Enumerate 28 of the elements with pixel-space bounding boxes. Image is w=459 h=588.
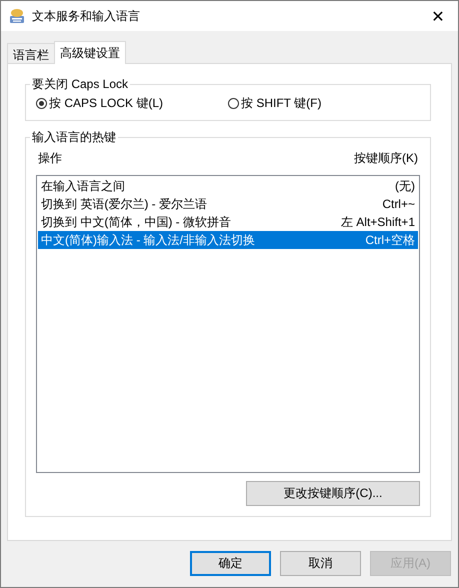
key-sequence: Ctrl+~ bbox=[382, 197, 415, 211]
action-text: 切换到 中文(简体，中国) - 微软拼音 bbox=[41, 214, 231, 230]
action-text: 在输入语言之间 bbox=[41, 178, 125, 194]
radio-label[interactable]: 按 CAPS LOCK 键(L) bbox=[49, 95, 164, 112]
change-key-sequence-button[interactable]: 更改按键顺序(C)... bbox=[246, 481, 420, 506]
key-sequence: 左 Alt+Shift+1 bbox=[340, 214, 415, 230]
group-title: 要关闭 Caps Lock bbox=[31, 76, 130, 93]
dialog-button[interactable]: 确定 bbox=[190, 551, 271, 576]
list-item[interactable]: 切换到 中文(简体，中国) - 微软拼音 左 Alt+Shift+1 bbox=[38, 213, 418, 231]
radio-button[interactable] bbox=[36, 98, 47, 109]
column-header: 按键顺序(K) bbox=[354, 150, 418, 167]
tab[interactable]: 语言栏 bbox=[7, 43, 55, 63]
key-sequence: Ctrl+空格 bbox=[365, 232, 415, 248]
key-sequence: (无) bbox=[395, 178, 415, 194]
close-button[interactable]: ✕ bbox=[418, 1, 458, 31]
list-item[interactable]: 中文(简体)输入法 - 输入法/非输入法切换 Ctrl+空格 bbox=[38, 231, 418, 249]
column-header: 操作 bbox=[38, 150, 62, 167]
list-item[interactable]: 在输入语言之间 (无) bbox=[38, 177, 418, 195]
radio-button[interactable] bbox=[228, 98, 239, 109]
radio-label[interactable]: 按 SHIFT 键(F) bbox=[241, 95, 322, 112]
keyboard-icon bbox=[8, 7, 26, 25]
dialog-button[interactable]: 取消 bbox=[280, 551, 361, 576]
action-text: 中文(简体)输入法 - 输入法/非输入法切换 bbox=[41, 232, 255, 248]
group-title: 输入语言的热键 bbox=[31, 129, 117, 146]
action-text: 切换到 英语(爱尔兰) - 爱尔兰语 bbox=[41, 196, 207, 212]
tab[interactable]: 高级键设置 bbox=[54, 41, 126, 64]
list-item[interactable]: 切换到 英语(爱尔兰) - 爱尔兰语 Ctrl+~ bbox=[38, 195, 418, 213]
window-title: 文本服务和输入语言 bbox=[32, 8, 141, 24]
